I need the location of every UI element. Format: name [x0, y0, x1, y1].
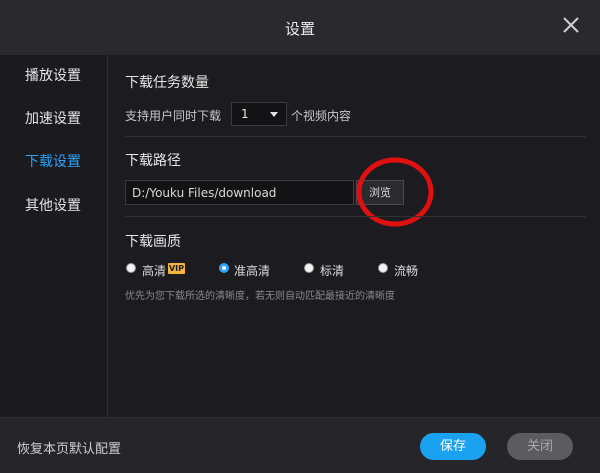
concurrent-downloads-value: 1 [241, 107, 249, 121]
close-button[interactable]: 关闭 [507, 433, 573, 460]
quality-hint-text: 优先为您下载所选的清晰度，若无则自动匹配最接近的清晰度 [125, 291, 395, 302]
quality-label-smooth[interactable]: 流畅 [394, 262, 418, 279]
download-tasks-suffix: 个视频内容 [291, 109, 352, 123]
download-path-field[interactable] [125, 180, 354, 205]
quality-radio-sd[interactable] [304, 263, 314, 273]
quality-radio-standard-hd[interactable] [219, 263, 229, 273]
dialog-footer: 恢复本页默认配置 保存 关闭 [0, 417, 600, 473]
settings-sidebar: 播放设置 加速设置 下载设置 其他设置 [0, 55, 108, 417]
quality-label-hd[interactable]: 高清 [142, 262, 166, 279]
download-tasks-heading: 下载任务数量 [125, 75, 209, 91]
quality-radio-smooth[interactable] [378, 263, 388, 273]
vip-badge: VIP [168, 263, 185, 274]
concurrent-downloads-select[interactable]: 1 [231, 102, 287, 126]
quality-label-sd[interactable]: 标清 [320, 262, 344, 279]
sidebar-item-acceleration[interactable]: 加速设置 [25, 108, 81, 128]
sidebar-item-download[interactable]: 下载设置 [25, 151, 81, 171]
close-icon[interactable] [560, 14, 582, 36]
quality-radio-hd[interactable] [126, 263, 136, 273]
quality-label-standard-hd[interactable]: 准高清 [234, 262, 270, 279]
section-divider [125, 136, 586, 137]
sidebar-item-playback[interactable]: 播放设置 [25, 65, 81, 85]
restore-defaults-link[interactable]: 恢复本页默认配置 [17, 438, 121, 457]
sidebar-item-other[interactable]: 其他设置 [25, 195, 81, 215]
title-bar: 设置 [0, 0, 600, 55]
download-tasks-prefix: 支持用户同时下载 [125, 109, 222, 123]
dialog-title: 设置 [284, 20, 315, 38]
download-path-heading: 下载路径 [125, 153, 181, 169]
save-button[interactable]: 保存 [420, 433, 486, 460]
download-quality-heading: 下载画质 [125, 234, 181, 250]
caret-down-icon [270, 112, 278, 117]
red-circle-annotation [356, 157, 434, 227]
section-divider [125, 216, 586, 217]
